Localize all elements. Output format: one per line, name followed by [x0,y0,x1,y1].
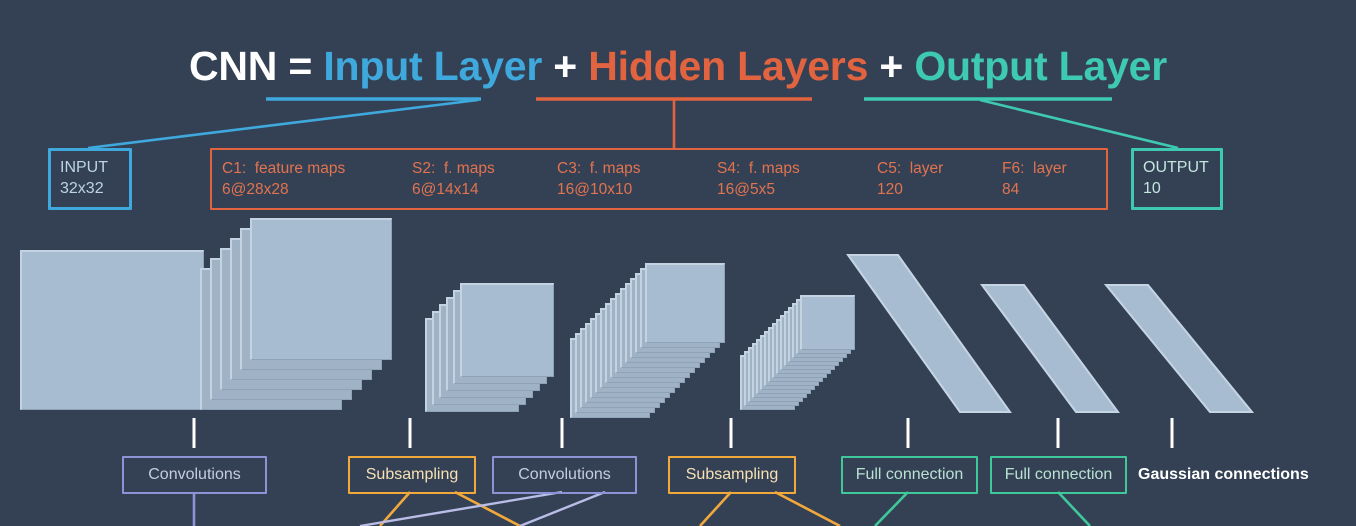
caption-label: Subsampling [365,466,459,483]
fully-connected-slabs [846,254,1255,413]
caption-subsampling-1[interactable]: Subsampling [348,456,476,494]
caption-label: Convolutions [148,466,241,483]
caption-gaussian-connections: Gaussian connections [1138,456,1348,494]
caption-label: Full connection [855,466,964,483]
caption-label: Subsampling [685,466,779,483]
caption-convolutions-2[interactable]: Convolutions [492,456,637,494]
caption-label: Convolutions [518,466,611,483]
caption-subsampling-2[interactable]: Subsampling [668,456,796,494]
f6-layer-slab [980,284,1120,413]
caption-full-connection-1[interactable]: Full connection [841,456,978,494]
c5-layer-slab [846,254,1012,413]
caption-convolutions-1[interactable]: Convolutions [122,456,267,494]
caption-full-connection-2[interactable]: Full connection [990,456,1127,494]
caption-label: Gaussian connections [1138,466,1309,483]
caption-label: Full connection [1004,466,1113,483]
output-layer-slab [1103,284,1255,413]
diagram-canvas: CNN = Input Layer + Hidden Layers + Outp… [0,0,1356,526]
